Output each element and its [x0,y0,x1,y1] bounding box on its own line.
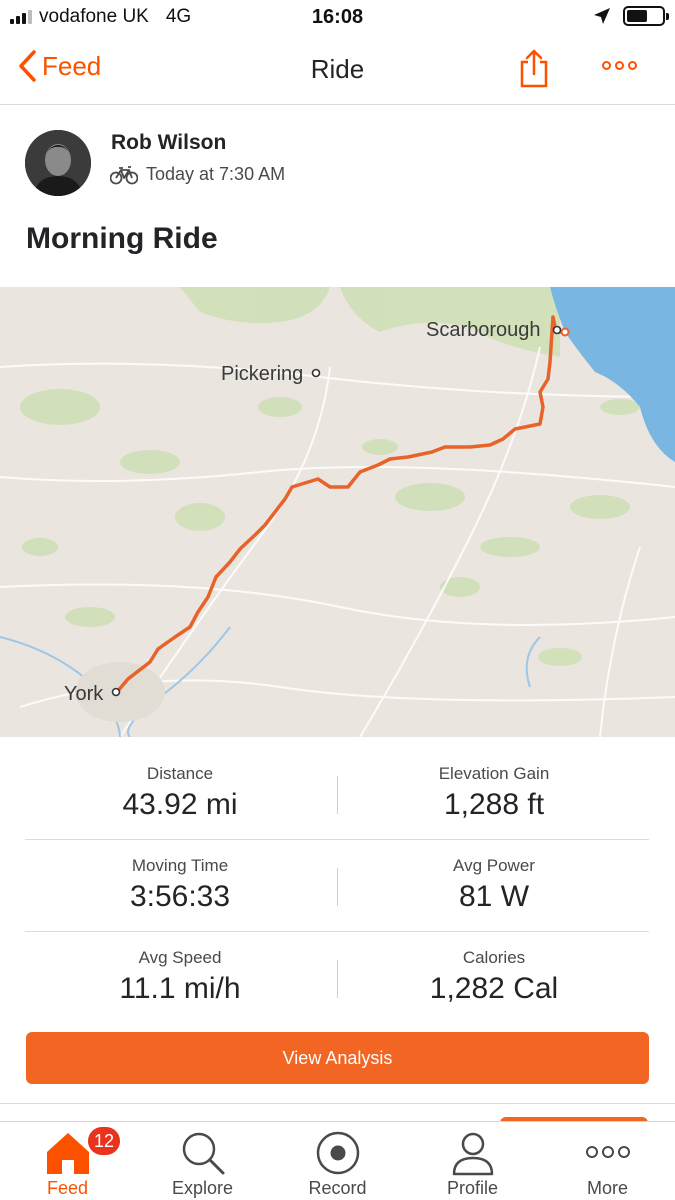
share-button[interactable] [518,48,550,93]
stat-value: 3:56:33 [129,880,231,913]
stat-distance: Distance 43.92 mi [25,764,335,822]
map-label-pickering: Pickering [221,363,304,385]
avatar[interactable] [25,130,91,196]
york-marker [111,687,121,697]
stats-grid: Distance 43.92 mi Elevation Gain 1,288 f… [25,748,649,1024]
location-arrow-icon [594,8,610,24]
stat-value: 43.92 mi [122,788,238,821]
tab-label: Explore [171,1178,234,1198]
notification-badge: 12 [86,1125,123,1157]
tab-record[interactable]: Record [270,1122,405,1200]
stat-label: Elevation Gain [438,764,550,783]
view-analysis-button[interactable]: View Analysis [26,1032,649,1084]
tab-more[interactable]: More [540,1122,675,1200]
more-options-button[interactable] [602,61,637,70]
tab-explore[interactable]: Explore [135,1122,270,1200]
route-end-marker [560,327,570,337]
stat-value: 1,282 Cal [429,972,559,1005]
stat-label: Avg Power [453,856,535,875]
stat-elevation: Elevation Gain 1,288 ft [339,764,649,822]
stats-row: Avg Speed 11.1 mi/h Calories 1,282 Cal [25,932,649,1024]
pickering-marker [311,368,321,378]
tab-bar: 12 Feed Explore Record Profile More [0,1121,675,1200]
avatar-photo [25,130,91,196]
activity-title: Morning Ride [26,222,218,255]
map-label-york: York [64,683,104,705]
page-title: Ride [310,54,365,84]
stat-avg-power: Avg Power 81 W [339,856,649,914]
athlete-name[interactable]: Rob Wilson [111,131,226,155]
battery-icon [623,6,669,26]
stat-value: 1,288 ft [443,788,545,821]
scarborough-marker [552,325,562,335]
stat-label: Moving Time [131,856,229,875]
tab-feed[interactable]: 12 Feed [0,1122,135,1200]
activity-meta: Today at 7:30 AM [110,164,285,185]
stat-label: Calories [462,948,526,967]
share-icon [520,49,548,88]
status-time: 16:08 [311,6,364,28]
map-label-scarborough: Scarborough [426,319,541,341]
profile-icon [452,1132,493,1176]
record-icon [316,1131,359,1175]
tab-profile[interactable]: Profile [405,1122,540,1200]
status-bar: vodafone UK 4G 16:08 [0,0,675,34]
stat-divider [337,960,338,998]
stat-label: Avg Speed [138,948,222,967]
search-icon [182,1132,224,1175]
map-canvas [0,287,675,737]
tab-label: Feed [46,1178,89,1198]
status-right [593,6,669,26]
tab-label: More [586,1178,628,1198]
stats-row: Moving Time 3:56:33 Avg Power 81 W [25,840,649,932]
bike-icon [110,165,138,184]
stat-divider [337,868,338,906]
home-icon [46,1133,89,1174]
more-dots-icon [602,61,611,70]
tab-label: Profile [446,1178,499,1198]
stats-row: Distance 43.92 mi Elevation Gain 1,288 f… [25,748,649,840]
tab-label: Record [308,1178,367,1198]
stat-value: 11.1 mi/h [119,972,241,1005]
route-map[interactable]: Scarborough Pickering York [0,287,675,737]
nav-bar: Feed Ride [0,34,675,105]
stat-divider [337,776,338,814]
stat-label: Distance [146,764,214,783]
stat-avg-speed: Avg Speed 11.1 mi/h [25,948,335,1006]
more-dots-icon [585,1146,630,1158]
stat-moving-time: Moving Time 3:56:33 [25,856,335,914]
activity-timestamp: Today at 7:30 AM [146,164,286,184]
stat-calories: Calories 1,282 Cal [339,948,649,1006]
stat-value: 81 W [458,880,530,913]
